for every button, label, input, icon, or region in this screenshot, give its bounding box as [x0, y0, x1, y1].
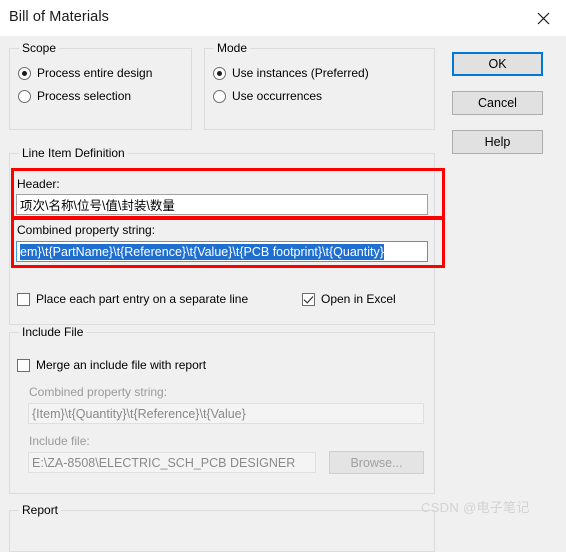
- radio-indicator: [213, 89, 226, 103]
- header-label: Header:: [17, 177, 60, 191]
- include-combined-property-string-value: {Item}\t{Quantity}\t{Reference}\t{Value}: [32, 406, 246, 421]
- mode-group: Mode Use instances (Preferred) Use occur…: [204, 41, 435, 130]
- close-icon: [537, 12, 550, 25]
- watermark: CSDN @电子笔记: [421, 500, 530, 515]
- close-button[interactable]: [520, 0, 566, 36]
- cancel-button[interactable]: Cancel: [452, 91, 543, 115]
- checkbox-indicator: [302, 292, 315, 306]
- radio-label: Process selection: [37, 89, 132, 103]
- mode-legend: Mode: [214, 41, 251, 55]
- include-combined-property-string-input[interactable]: {Item}\t{Quantity}\t{Reference}\t{Value}: [28, 403, 424, 424]
- radio-process-entire-design[interactable]: Process entire design: [18, 66, 152, 80]
- radio-label: Use instances (Preferred): [232, 66, 369, 80]
- scope-legend: Scope: [19, 41, 60, 55]
- include-file-path-value: E:\ZA-8508\ELECTRIC_SCH_PCB DESIGNER: [32, 455, 296, 470]
- header-input[interactable]: 项次\名称\位号\值\封装\数量: [16, 194, 428, 215]
- checkbox-open-in-excel[interactable]: Open in Excel: [302, 292, 396, 306]
- checkbox-indicator: [17, 358, 30, 372]
- report-group: Report: [9, 503, 435, 552]
- scope-group: Scope Process entire design Process sele…: [9, 41, 192, 130]
- cancel-button-label: Cancel: [478, 96, 517, 110]
- browse-button[interactable]: Browse...: [329, 451, 424, 474]
- window-title: Bill of Materials: [9, 9, 110, 25]
- radio-indicator: [18, 66, 31, 80]
- include-file-path-label: Include file:: [29, 434, 90, 448]
- checkbox-indicator: [17, 292, 30, 306]
- radio-process-selection[interactable]: Process selection: [18, 89, 131, 103]
- help-button-label: Help: [484, 135, 511, 149]
- checkbox-separate-line[interactable]: Place each part entry on a separate line: [17, 292, 248, 306]
- radio-use-instances[interactable]: Use instances (Preferred): [213, 66, 369, 80]
- radio-indicator: [18, 89, 31, 103]
- checkbox-label: Merge an include file with report: [36, 358, 207, 372]
- radio-label: Process entire design: [37, 66, 153, 80]
- title-bar: Bill of Materials: [0, 0, 566, 37]
- radio-use-occurrences[interactable]: Use occurrences: [213, 89, 322, 103]
- combined-property-string-label: Combined property string:: [17, 223, 156, 237]
- help-button[interactable]: Help: [452, 130, 543, 154]
- browse-button-label: Browse...: [350, 455, 403, 470]
- line-item-definition-legend: Line Item Definition: [19, 146, 128, 160]
- ok-button-label: OK: [488, 57, 507, 71]
- checkbox-label: Place each part entry on a separate line: [36, 292, 249, 306]
- combined-property-string-input[interactable]: em}\t{PartName}\t{Reference}\t{Value}\t{…: [16, 241, 428, 262]
- checkbox-label: Open in Excel: [321, 292, 396, 306]
- include-combined-property-string-label: Combined property string:: [29, 385, 168, 399]
- dialog-client-area: Scope Process entire design Process sele…: [0, 36, 566, 552]
- report-legend: Report: [19, 503, 62, 517]
- radio-indicator: [213, 66, 226, 80]
- include-file-legend: Include File: [19, 325, 87, 339]
- header-input-value: 项次\名称\位号\值\封装\数量: [20, 199, 175, 213]
- combined-property-string-value: em}\t{PartName}\t{Reference}\t{Value}\t{…: [20, 243, 384, 260]
- checkbox-merge-include-file[interactable]: Merge an include file with report: [17, 358, 206, 372]
- ok-button[interactable]: OK: [452, 52, 543, 76]
- include-file-path-input[interactable]: E:\ZA-8508\ELECTRIC_SCH_PCB DESIGNER: [28, 452, 316, 473]
- radio-label: Use occurrences: [232, 89, 323, 103]
